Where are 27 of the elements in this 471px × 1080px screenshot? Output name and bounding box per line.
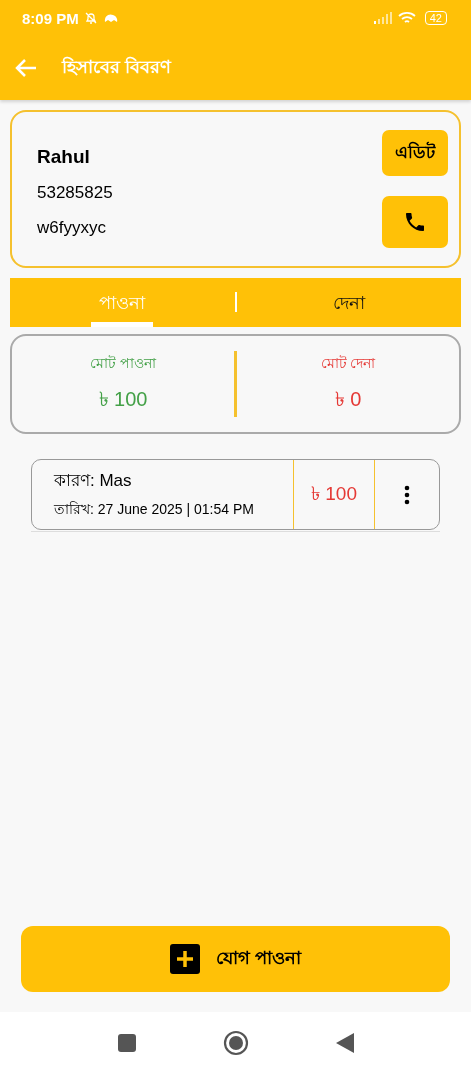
summary-label: মোট পাওনা [90,353,156,373]
contact-code: w6fyyxyc [37,218,107,238]
edit-button[interactable]: এডিট [382,130,448,176]
summary-amount: ৳ 0 [334,386,362,412]
add-button[interactable]: যোগ পাওনা [21,926,450,992]
contact-phone: 53285825 [37,183,113,203]
battery-indicator: 42 [424,11,447,25]
bell-off-icon [83,11,98,25]
phone-icon [403,210,427,234]
call-button[interactable] [382,196,448,248]
recents-icon[interactable] [116,1033,137,1053]
transaction-row[interactable]: কারণ: Mas তারিখ: 27 June 2025 | 01:54 PM ৳ 100 [31,459,440,530]
summary-label: মোট দেনা [320,353,376,373]
screen-title: হিসাবের বিবরণ [62,55,171,79]
transaction-amount: ৳ 100 [293,460,375,529]
contact-name: Rahul [37,146,91,168]
plus-icon [170,944,200,974]
back-icon[interactable] [334,1032,355,1054]
wifi-icon [397,11,416,25]
status-time: 8:09 PM [22,9,79,27]
home-icon[interactable] [222,1030,249,1056]
cloud-icon [102,12,119,24]
transaction-reason: কারণ: Mas [54,470,133,492]
signal-icon [372,12,393,24]
summary-amount: ৳ 100 [98,386,148,412]
tab[interactable]: দেনা [324,278,373,327]
transaction-date: তারিখ: 27 June 2025 | 01:54 PM [54,500,255,519]
